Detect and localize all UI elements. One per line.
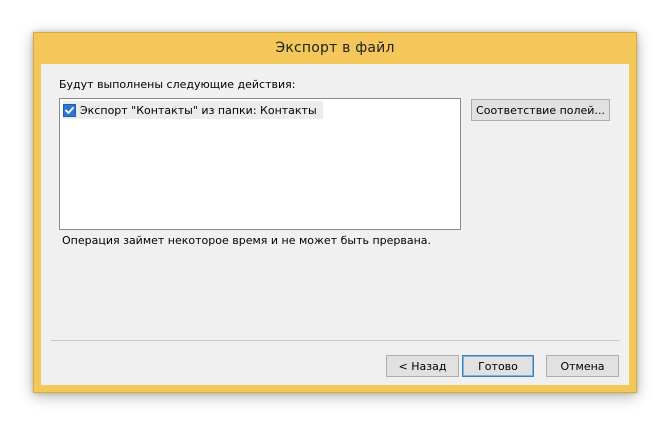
checkbox-checked-icon[interactable]: [63, 103, 76, 117]
actions-label: Будут выполнены следующие действия:: [59, 78, 296, 91]
list-item[interactable]: Экспорт "Контакты" из папки: Контакты: [63, 101, 323, 119]
list-item-label: Экспорт "Контакты" из папки: Контакты: [80, 103, 317, 117]
footer-separator: [51, 340, 620, 341]
finish-button[interactable]: Готово: [462, 355, 534, 377]
window-title: Экспорт в файл: [275, 40, 395, 56]
info-text: Операция займет некоторое время и не мож…: [62, 234, 432, 247]
map-fields-button[interactable]: Соответствие полей...: [471, 99, 610, 121]
cancel-button[interactable]: Отмена: [546, 355, 619, 377]
actions-listbox[interactable]: Экспорт "Контакты" из папки: Контакты: [59, 98, 461, 230]
back-button[interactable]: < Назад: [386, 355, 459, 377]
